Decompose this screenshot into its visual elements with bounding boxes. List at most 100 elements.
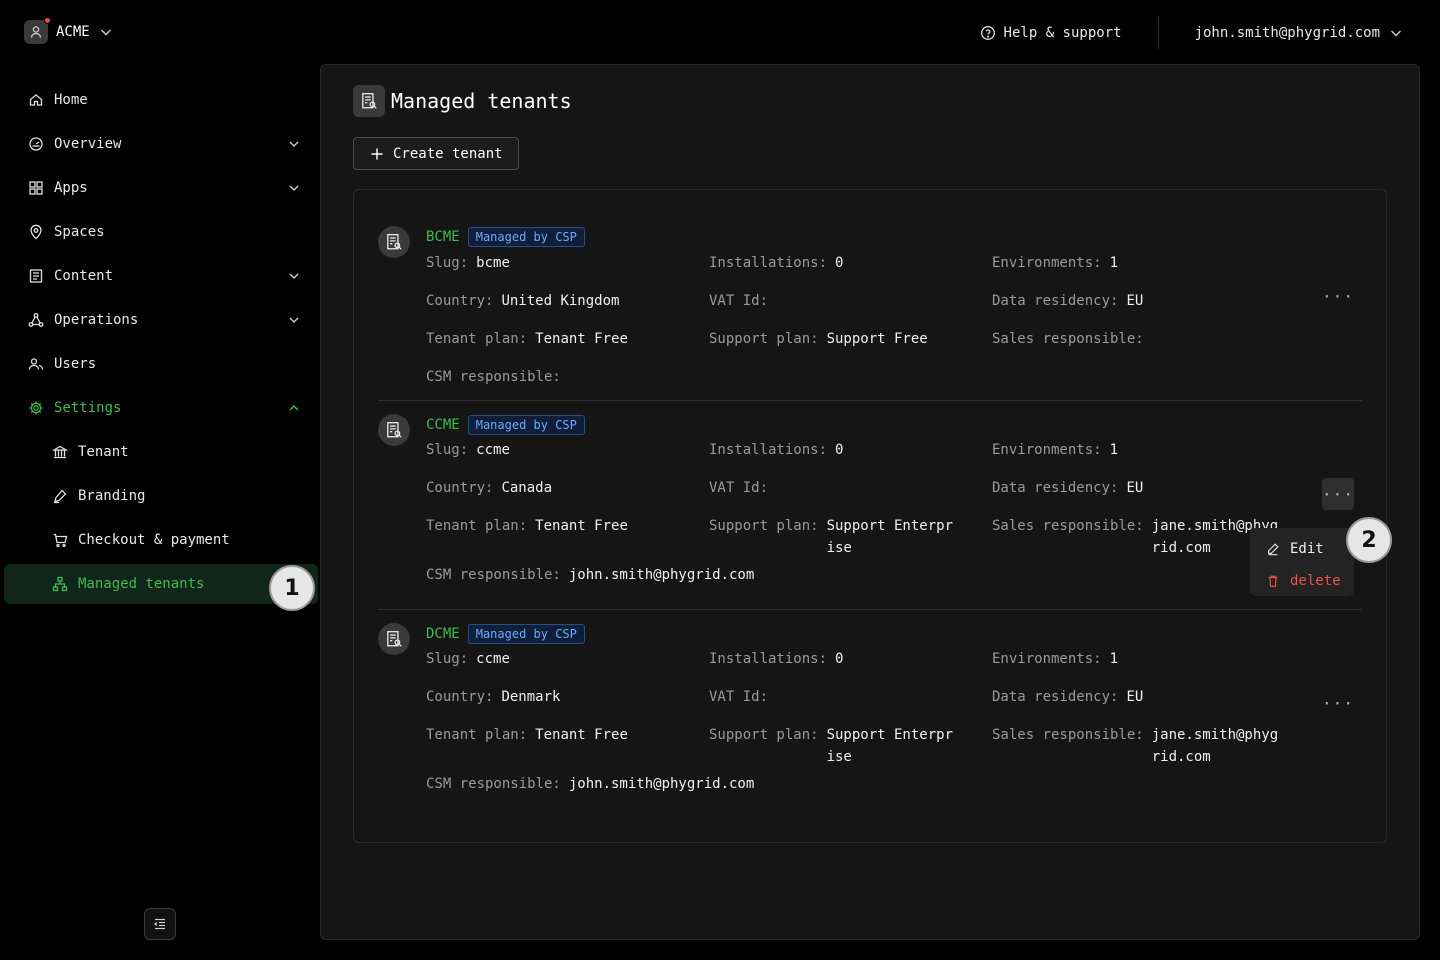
installations-field: Installations: 0 xyxy=(709,648,843,670)
file-icon xyxy=(28,268,44,284)
tenant-list-icon xyxy=(387,422,402,438)
slug-field: Slug: ccme xyxy=(426,439,510,461)
chevron-down-icon xyxy=(98,24,114,40)
more-actions-button[interactable]: ··· xyxy=(1322,687,1354,719)
country-field: Country: Canada xyxy=(426,477,552,499)
org-switcher[interactable]: ACME xyxy=(24,17,114,44)
slug-field: Slug: bcme xyxy=(426,252,510,274)
installations-field: Installations: 0 xyxy=(709,252,843,274)
sidebar-item-users[interactable]: Users xyxy=(0,342,318,386)
more-actions-button[interactable]: ··· xyxy=(1322,478,1354,510)
create-tenant-button[interactable]: Create tenant xyxy=(353,137,519,170)
sidebar-item-apps[interactable]: Apps xyxy=(0,166,318,210)
user-menu[interactable]: john.smith@phygrid.com xyxy=(1159,25,1404,41)
sales-field: Sales responsible: xyxy=(992,328,1282,350)
sidebar-item-checkout-payment[interactable]: Checkout & payment xyxy=(0,518,318,562)
residency-field: Data residency: EU xyxy=(992,477,1143,499)
tenant-name[interactable]: DCME xyxy=(426,626,460,642)
delete-label: delete xyxy=(1290,573,1341,589)
field-value: 1 xyxy=(1109,651,1119,667)
tenant-avatar xyxy=(378,226,410,258)
help-support-link[interactable]: Help & support xyxy=(980,25,1158,41)
sidebar-item-label: Overview xyxy=(54,136,122,152)
tenant-name-line: CCME Managed by CSP xyxy=(426,415,585,435)
country-field: Country: United Kingdom xyxy=(426,290,619,312)
tenant-name-line: BCME Managed by CSP xyxy=(426,227,585,247)
sidebar-item-spaces[interactable]: Spaces xyxy=(0,210,318,254)
field-label: Data residency: xyxy=(992,480,1119,496)
sidebar-item-home[interactable]: Home xyxy=(0,78,318,122)
field-label: Country: xyxy=(426,689,494,705)
csm-field: CSM responsible: john.smith@phygrid.com xyxy=(426,773,754,795)
sidebar-item-content[interactable]: Content xyxy=(0,254,318,298)
field-value: john.smith@phygrid.com xyxy=(568,567,755,583)
sidebar-item-label: Managed tenants xyxy=(78,576,205,592)
field-value: john.smith@phygrid.com xyxy=(568,776,755,792)
vat-field: VAT Id: xyxy=(709,477,776,499)
field-label: Slug: xyxy=(426,651,469,667)
field-label: Installations: xyxy=(709,442,828,458)
sidebar-item-label: Checkout & payment xyxy=(78,532,230,548)
managed-badge: Managed by CSP xyxy=(467,624,585,644)
managed-badge: Managed by CSP xyxy=(467,227,585,247)
field-value: 0 xyxy=(835,651,844,667)
tenant-list: BCME Managed by CSP Slug: bcme Installati… xyxy=(353,189,1387,843)
field-value: Support Free xyxy=(826,331,928,347)
actions-dropdown: Edit delete xyxy=(1250,528,1354,596)
collapse-sidebar-button[interactable] xyxy=(144,908,176,940)
tenant-name-line: DCME Managed by CSP xyxy=(426,624,585,644)
chevron-down-icon xyxy=(286,180,302,196)
sidebar-item-overview[interactable]: Overview xyxy=(0,122,318,166)
delete-menu-item[interactable]: delete xyxy=(1250,565,1354,597)
field-label: Sales responsible: xyxy=(992,331,1144,347)
sidebar-item-tenant[interactable]: Tenant xyxy=(0,430,318,474)
field-value: ccme xyxy=(476,442,510,458)
field-value: ccme xyxy=(476,651,510,667)
field-value: jane.smith@phygrid.com xyxy=(1151,727,1279,765)
field-value: Tenant Free xyxy=(535,518,628,534)
vat-field: VAT Id: xyxy=(709,290,776,312)
chevron-down-icon xyxy=(286,312,302,328)
main-panel: Managed tenants Create tenant BCME Manag… xyxy=(320,64,1420,940)
field-label: Slug: xyxy=(426,442,469,458)
chevron-down-icon xyxy=(1388,25,1404,41)
bank-icon xyxy=(52,444,68,460)
more-actions-button[interactable]: ··· xyxy=(1322,280,1354,312)
field-value: bcme xyxy=(476,255,510,271)
field-value: Tenant Free xyxy=(535,727,628,743)
field-label: Tenant plan: xyxy=(426,331,528,347)
edit-menu-item[interactable]: Edit xyxy=(1250,533,1354,565)
field-value: 0 xyxy=(835,255,844,271)
field-value: EU xyxy=(1126,293,1144,309)
sidebar-item-label: Branding xyxy=(78,488,146,504)
field-label: Country: xyxy=(426,293,494,309)
tenant-name[interactable]: CCME xyxy=(426,417,460,433)
trash-icon xyxy=(1266,574,1280,588)
sidebar-item-label: Operations xyxy=(54,312,139,328)
tenant-row: DCME Managed by CSP Slug: ccme Installati… xyxy=(378,623,1362,823)
hierarchy-icon xyxy=(52,576,68,592)
field-label: Installations: xyxy=(709,651,828,667)
sidebar-item-branding[interactable]: Branding xyxy=(0,474,318,518)
pen-icon xyxy=(52,488,68,504)
environments-field: Environments: 1 xyxy=(992,439,1118,461)
tenant-name[interactable]: BCME xyxy=(426,229,460,245)
field-value: Support Enterprise xyxy=(826,727,954,765)
cart-icon xyxy=(52,532,68,548)
sidebar-item-settings[interactable]: Settings xyxy=(0,386,318,430)
sales-field: Sales responsible: jane.smith@phygrid.com xyxy=(992,724,1282,768)
tenant-plan-field: Tenant plan: Tenant Free xyxy=(426,328,628,350)
tenant-plan-field: Tenant plan: Tenant Free xyxy=(426,724,628,746)
residency-field: Data residency: EU xyxy=(992,290,1143,312)
notification-dot xyxy=(44,17,51,24)
environments-field: Environments: 1 xyxy=(992,252,1118,274)
sidebar-item-operations[interactable]: Operations xyxy=(0,298,318,342)
users-icon xyxy=(28,356,44,372)
slug-field: Slug: ccme xyxy=(426,648,510,670)
collapse-menu-icon xyxy=(152,916,168,932)
field-label: Support plan: xyxy=(709,727,819,743)
field-value: 1 xyxy=(1109,442,1119,458)
sidebar-item-label: Home xyxy=(54,92,88,108)
field-value: EU xyxy=(1126,480,1144,496)
field-label: Data residency: xyxy=(992,689,1119,705)
